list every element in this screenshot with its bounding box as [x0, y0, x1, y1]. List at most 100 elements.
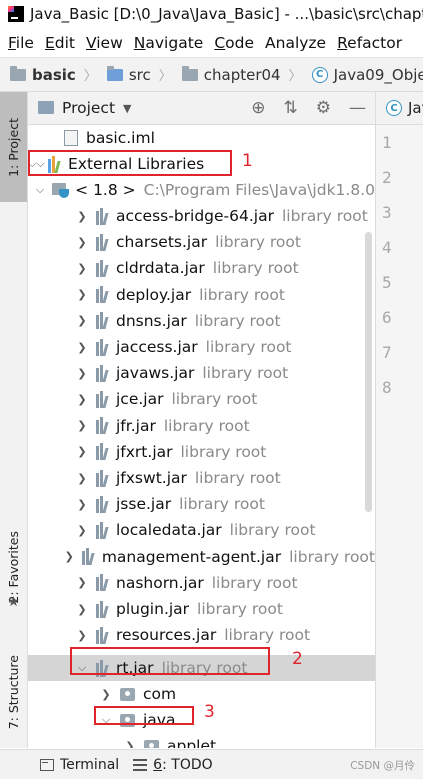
library-root-label: library root [163, 416, 250, 435]
terminal-button[interactable]: Terminal [60, 757, 119, 773]
jar-icon [96, 521, 110, 539]
menu-item[interactable]: File [8, 34, 34, 52]
chevron-right-icon[interactable] [76, 314, 88, 327]
chevron-right-icon[interactable] [76, 629, 88, 642]
chevron-right-icon[interactable] [76, 445, 88, 458]
chevron-down-icon[interactable]: ⌵ [76, 661, 88, 675]
chevron-right-icon[interactable] [76, 498, 88, 511]
tab-structure-label: 7: Structure [6, 654, 21, 730]
window-title: Java_Basic [D:\0_Java\Java_Basic] - ...\… [30, 5, 423, 23]
chevron-right-icon[interactable] [100, 688, 112, 701]
tree-item-jar[interactable]: jaccess.jar library root [28, 334, 375, 360]
chevron-right-icon[interactable] [76, 524, 88, 537]
tree-item-basic-iml[interactable]: basic.iml [28, 125, 375, 151]
jar-icon [96, 417, 110, 435]
line-number: 8 [382, 378, 392, 397]
chevron-right-icon[interactable] [76, 576, 88, 589]
library-root-label: library root [215, 233, 301, 252]
collapse-icon[interactable]: ⇅ [284, 98, 298, 118]
menu-item[interactable]: View [86, 34, 123, 52]
tree-item-label: jfxswt.jar [116, 469, 187, 487]
chevron-right-icon[interactable] [124, 740, 136, 749]
menu-item[interactable]: Edit [45, 34, 75, 52]
tree-item-com[interactable]: com [28, 681, 375, 707]
todo-button[interactable]: 6: TODO [153, 757, 212, 773]
tab-project[interactable]: 1: Project [0, 92, 27, 202]
tree-item-jar[interactable]: jce.jar library root [28, 386, 375, 412]
breadcrumb-separator-icon: 〉 [83, 69, 97, 84]
menu-item[interactable]: Analyze [265, 34, 326, 52]
tree-item-applet[interactable]: applet [28, 733, 375, 748]
tree-item-java[interactable]: ⌵ java [28, 707, 375, 733]
tree-scrollbar[interactable] [365, 232, 372, 512]
tree-item-jdk[interactable]: ⌵ < 1.8 > C:\Program Files\Java\jdk1.8.0 [28, 177, 375, 203]
menu-label: dit [54, 33, 75, 52]
chevron-right-icon[interactable] [76, 341, 88, 354]
tree-item-jar[interactable]: javaws.jar library root [28, 360, 375, 386]
tree-item-jar[interactable]: resources.jar library root [28, 622, 375, 648]
chevron-right-icon[interactable] [76, 288, 88, 301]
tree-item-jar[interactable]: plugin.jar library root [28, 596, 375, 622]
tree-item-jar[interactable]: access-bridge-64.jar library root [28, 203, 375, 229]
package-folder-icon [181, 65, 198, 81]
tree-item-jar[interactable]: jsse.jar library root [28, 491, 375, 517]
menu-item[interactable]: Navigate [134, 34, 204, 52]
breadcrumb-file[interactable]: C Java09_Object_Pac [311, 66, 423, 84]
breadcrumb-package[interactable]: chapter04 [181, 65, 281, 84]
tree-item-jar[interactable]: charsets.jar library root [28, 229, 375, 255]
tree-item-label: jsse.jar [116, 495, 172, 514]
tree-item-label: com [143, 685, 177, 703]
chevron-right-icon[interactable] [76, 210, 88, 223]
tree-item-label: jfxrt.jar [116, 442, 173, 461]
tree-item-label: rt.jar [116, 659, 154, 677]
chevron-down-icon[interactable]: ⌵ [100, 713, 112, 727]
project-panel-toolbar: ⊕ ⇅ ⚙ — [242, 92, 375, 124]
chevron-right-icon[interactable] [65, 550, 74, 563]
chevron-right-icon[interactable] [76, 472, 88, 485]
chevron-right-icon[interactable] [76, 603, 88, 616]
minimize-icon[interactable]: — [349, 98, 366, 118]
java-class-icon: C [386, 100, 402, 116]
annotation-label-3: 3 [204, 702, 215, 722]
editor-tab[interactable]: C Jav [386, 99, 423, 117]
left-tool-strip: 1: Project 2: Favorites ★ 7: Structure [0, 92, 28, 748]
tree-item-rt-jar[interactable]: ⌵ rt.jar library root [28, 655, 375, 681]
tree-item-label: java [143, 711, 176, 729]
chevron-right-icon[interactable] [76, 262, 88, 275]
jar-icon [96, 626, 110, 644]
chevron-right-icon[interactable] [76, 393, 88, 406]
breadcrumb-module[interactable]: basic [10, 65, 76, 84]
menu-item[interactable]: Code [214, 34, 254, 52]
chevron-down-icon[interactable]: ⌵ [36, 183, 44, 197]
tree-item-jar[interactable]: jfxswt.jar library root [28, 465, 375, 491]
chevron-down-icon[interactable]: ⌵ [28, 157, 44, 171]
chevron-right-icon[interactable] [76, 419, 88, 432]
tab-structure[interactable]: 7: Structure [0, 637, 27, 747]
project-panel-title[interactable]: Project [62, 99, 115, 117]
chevron-down-icon[interactable]: ▼ [123, 102, 131, 115]
gear-icon[interactable]: ⚙ [316, 98, 331, 118]
target-icon[interactable]: ⊕ [251, 98, 265, 118]
tree-item-label: deploy.jar [116, 285, 192, 304]
chevron-right-icon[interactable] [76, 236, 88, 249]
breadcrumb-package-label: chapter04 [203, 65, 281, 84]
library-root-label: library root [281, 207, 368, 225]
tree-item-jar[interactable]: deploy.jar library root [28, 282, 375, 308]
menu-item[interactable]: Refactor [337, 34, 402, 52]
tree-item-jar[interactable]: jfxrt.jar library root [28, 439, 375, 465]
package-icon [120, 713, 135, 727]
tree-item-label: basic.iml [86, 129, 155, 147]
tree-item-jar[interactable]: dnsns.jar library root [28, 308, 375, 334]
chevron-right-icon[interactable] [76, 367, 88, 380]
tree-item-jar[interactable]: management-agent.jar library root [28, 544, 375, 570]
tree-item-label: javaws.jar [116, 364, 195, 383]
module-folder-icon [10, 65, 26, 81]
breadcrumb-src[interactable]: src [106, 65, 151, 84]
tree-item-jar[interactable]: localedata.jar library root [28, 517, 375, 543]
jar-icon [96, 495, 110, 513]
tree-item-external-libraries[interactable]: ⌵ External Libraries [28, 151, 375, 177]
annotation-label-1: 1 [242, 151, 253, 171]
tree-item-jar[interactable]: jfr.jar library root [28, 413, 375, 439]
tree-item-jar[interactable]: nashorn.jar library root [28, 570, 375, 596]
tree-item-jar[interactable]: cldrdata.jar library root [28, 255, 375, 281]
